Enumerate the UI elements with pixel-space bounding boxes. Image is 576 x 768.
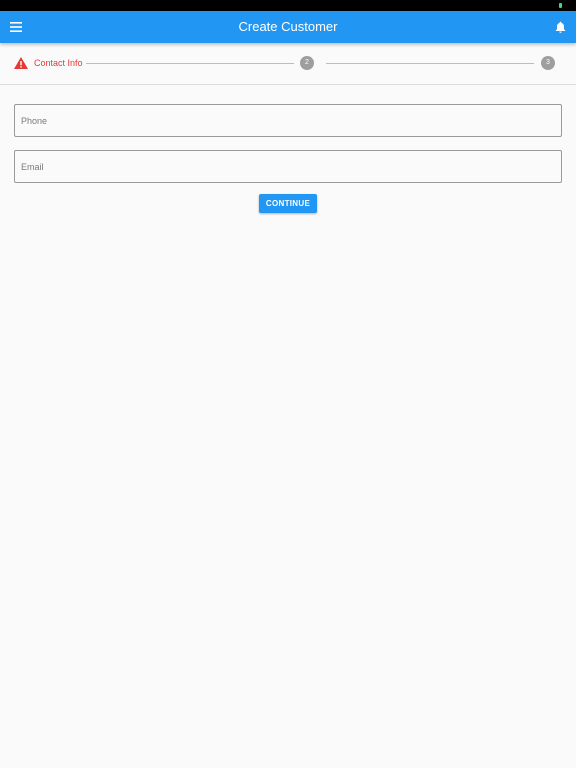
- warning-icon: [14, 57, 28, 69]
- step-connector: [326, 63, 534, 64]
- stepper: Contact Info 2 3: [0, 43, 576, 85]
- step-3-indicator[interactable]: 3: [541, 56, 555, 70]
- page-title: Create Customer: [238, 19, 338, 34]
- step-label: Contact Info: [34, 58, 83, 68]
- email-input[interactable]: [15, 151, 541, 182]
- continue-button[interactable]: CONTINUE: [259, 194, 317, 213]
- step-2-indicator[interactable]: 2: [300, 56, 314, 70]
- step-connector: [86, 63, 294, 64]
- status-bar: [0, 0, 576, 11]
- email-field-container: [14, 150, 562, 183]
- step-contact-info[interactable]: Contact Info: [14, 55, 83, 71]
- phone-field-container: [14, 104, 562, 137]
- bell-icon: [555, 21, 566, 33]
- notifications-button[interactable]: [548, 13, 572, 41]
- app-bar: Create Customer: [0, 11, 576, 43]
- phone-input[interactable]: [15, 105, 541, 136]
- battery-icon: [559, 3, 562, 8]
